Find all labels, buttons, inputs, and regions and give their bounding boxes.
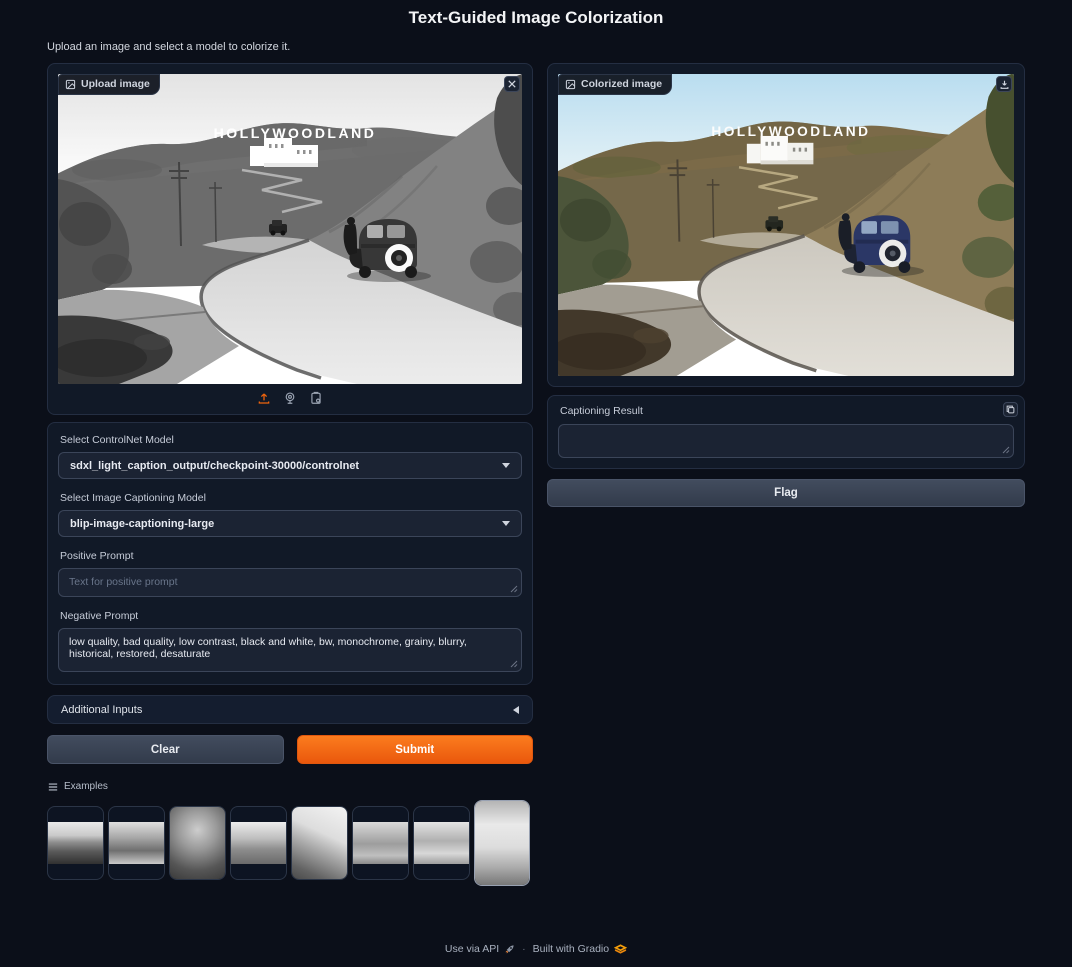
uploaded-image[interactable]: HOLLYWOODLAND (58, 74, 522, 384)
gradio-logo-icon (614, 944, 627, 954)
upload-icon (257, 391, 271, 405)
resize-handle-icon[interactable] (510, 585, 518, 593)
captioning-model-dropdown[interactable]: blip-image-captioning-large (58, 510, 522, 537)
additional-inputs-label: Additional Inputs (61, 704, 142, 716)
rocket-icon (504, 944, 515, 955)
examples-label: Examples (64, 781, 108, 792)
example-thumbnail-hollywoodland-road[interactable] (230, 806, 287, 880)
chevron-down-icon (502, 521, 510, 526)
model-settings-panel: Select ControlNet Model sdxl_light_capti… (47, 422, 533, 685)
upload-image-label-tab: Upload image (58, 74, 160, 95)
download-image-button[interactable] (996, 76, 1012, 92)
footer-separator: · (522, 943, 526, 955)
example-thumbnail-park-trees[interactable] (413, 806, 470, 880)
copy-result-button[interactable] (1003, 402, 1018, 417)
example-thumbnail-bridge-with-crowd[interactable] (352, 806, 409, 880)
colorized-image[interactable]: HOLLYWOODLAND (558, 74, 1014, 376)
submit-button[interactable]: Submit (297, 735, 534, 764)
example-thumbnail-people-on-beach-boat[interactable] (108, 806, 165, 880)
example-image (48, 822, 103, 864)
captioning-result-label: Captioning Result (560, 405, 1014, 417)
controlnet-model-value: sdxl_light_caption_output/checkpoint-300… (70, 460, 359, 472)
captioning-result-panel: Captioning Result (547, 395, 1025, 469)
captioning-model-label: Select Image Captioning Model (60, 492, 522, 504)
chevron-down-icon (502, 463, 510, 468)
page-subtitle: Upload an image and select a model to co… (47, 41, 1072, 53)
positive-prompt-input[interactable] (59, 569, 521, 596)
positive-prompt-label: Positive Prompt (60, 550, 522, 562)
footer: Use via API · Built with Gradio (0, 943, 1072, 967)
example-image (170, 807, 225, 879)
close-icon (508, 80, 516, 88)
negative-prompt-label: Negative Prompt (60, 610, 522, 622)
copy-icon (1006, 405, 1015, 414)
colorized-image-panel: Colorized image HOLLYWOODLAND (547, 63, 1025, 387)
upload-file-button[interactable] (257, 391, 271, 405)
example-thumbnail-leaning-tower-of-pisa[interactable] (474, 800, 530, 886)
additional-inputs-accordion[interactable]: Additional Inputs (47, 695, 533, 724)
captioning-model-value: blip-image-captioning-large (70, 518, 214, 530)
download-icon (1000, 80, 1009, 89)
built-with-gradio-link[interactable]: Built with Gradio (533, 943, 627, 955)
page-title: Text-Guided Image Colorization (0, 0, 1072, 28)
image-source-toolbar (58, 384, 522, 404)
resize-handle-icon[interactable] (1002, 446, 1010, 454)
upload-image-label: Upload image (81, 78, 150, 90)
controlnet-model-dropdown[interactable]: sdxl_light_caption_output/checkpoint-300… (58, 452, 522, 479)
examples-list-icon (48, 782, 58, 792)
example-image (292, 807, 347, 879)
chevron-left-icon (513, 706, 519, 714)
clipboard-icon (309, 391, 323, 405)
example-image (353, 822, 408, 864)
example-image (475, 801, 529, 885)
examples-gallery (47, 800, 533, 886)
example-thumbnail-mountain-camp-tents[interactable] (291, 806, 348, 880)
example-image (109, 822, 164, 864)
image-icon (565, 79, 576, 90)
clear-image-button[interactable] (504, 76, 520, 92)
use-via-api-link[interactable]: Use via API (445, 943, 515, 955)
resize-handle-icon[interactable] (510, 660, 518, 668)
webcam-icon (283, 391, 297, 405)
example-image (414, 822, 469, 864)
upload-image-panel: Upload image HOLLYWOODLAND (47, 63, 533, 415)
paste-button[interactable] (309, 391, 323, 405)
flag-button[interactable]: Flag (547, 479, 1025, 507)
main-content: Upload image HOLLYWOODLAND Select Con (47, 63, 1025, 886)
clear-button[interactable]: Clear (47, 735, 284, 764)
example-image (231, 822, 286, 864)
controlnet-model-label: Select ControlNet Model (60, 434, 522, 446)
webcam-button[interactable] (283, 391, 297, 405)
example-thumbnail-migrant-mother-portrait[interactable] (169, 806, 226, 880)
captioning-result-input[interactable] (559, 425, 1013, 457)
negative-prompt-input[interactable]: low quality, bad quality, low contrast, … (59, 629, 521, 671)
colorized-image-label-tab: Colorized image (558, 74, 672, 95)
svg-text:HOLLYWOODLAND: HOLLYWOODLAND (214, 125, 377, 141)
svg-text:HOLLYWOODLAND: HOLLYWOODLAND (711, 124, 870, 139)
example-thumbnail-highway-to-mountains[interactable] (47, 806, 104, 880)
image-icon (65, 79, 76, 90)
colorized-image-label: Colorized image (581, 78, 662, 90)
